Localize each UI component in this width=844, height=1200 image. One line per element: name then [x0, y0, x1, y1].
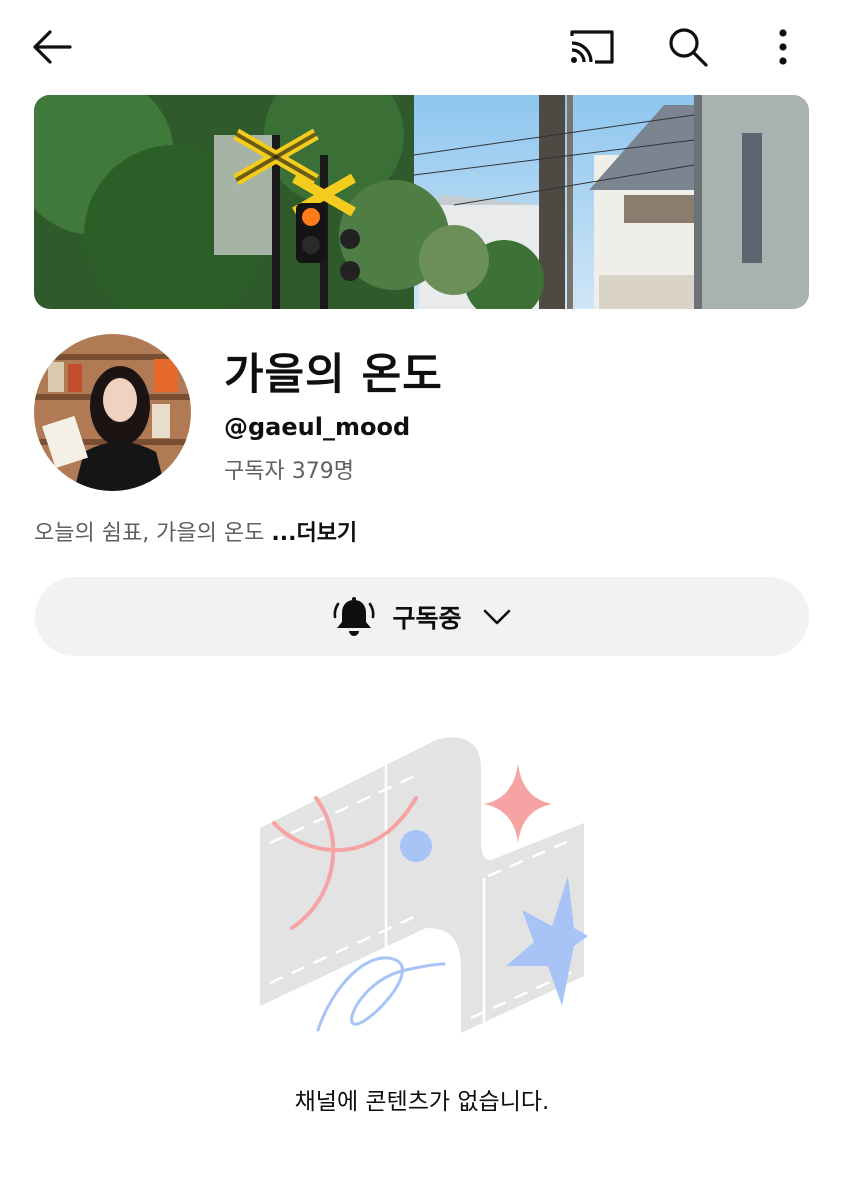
top-app-bar [0, 0, 844, 96]
subscribed-label: 구독중 [392, 603, 462, 633]
more-link[interactable]: ...더보기 [271, 521, 357, 546]
empty-state-message: 채널에 콘텐츠가 없습니다. [294, 1089, 550, 1115]
channel-avatar[interactable] [34, 334, 191, 491]
channel-banner [34, 95, 809, 309]
description-text: 오늘의 쉼표, 가을의 온도 [34, 521, 265, 546]
back-button[interactable] [22, 20, 82, 74]
empty-channel-illustration [256, 728, 588, 1038]
subscribed-button[interactable]: 구독중 [35, 577, 809, 656]
channel-description[interactable]: 오늘의 쉼표, 가을의 온도 ...더보기 [34, 515, 357, 547]
search-icon [669, 28, 708, 67]
chevron-down-icon [482, 602, 512, 632]
channel-handle: @gaeul_mood [224, 413, 411, 441]
subscriber-count: 구독자 379명 [224, 459, 354, 484]
more-vert-icon [779, 29, 787, 65]
bell-icon [332, 595, 376, 639]
more-options-button[interactable] [758, 20, 808, 74]
cast-button[interactable] [560, 20, 624, 74]
channel-name: 가을의 온도 [224, 350, 443, 400]
cast-icon [570, 30, 614, 64]
search-button[interactable] [658, 20, 718, 74]
arrow-back-icon [33, 30, 72, 64]
